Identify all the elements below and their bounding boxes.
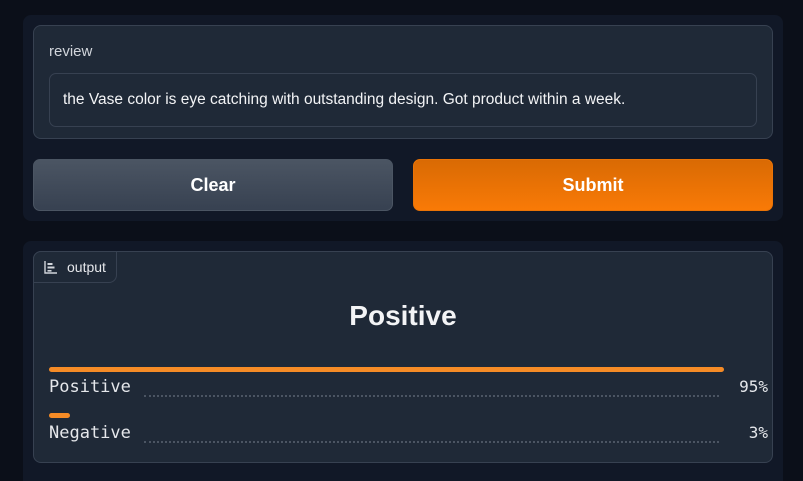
output-tag: output: [33, 251, 117, 283]
confidence-value-negative: 3%: [748, 423, 768, 442]
confidence-bar-positive: [49, 367, 724, 372]
confidence-value-positive: 95%: [739, 377, 768, 396]
confidence-label-positive: Positive: [49, 377, 131, 397]
output-tag-label: output: [67, 259, 106, 275]
confidence-row-negative: Negative 3%: [49, 413, 768, 447]
review-block: review the Vase color is eye catching wi…: [33, 25, 773, 139]
dotted-leader: [144, 441, 719, 443]
result-label: Positive: [349, 300, 457, 331]
confidence-bar-negative: [49, 413, 70, 418]
output-panel: output Positive Positive 95% Negative 3%: [23, 241, 783, 481]
confidence-row-positive: Positive 95%: [49, 367, 768, 401]
dotted-leader: [144, 395, 719, 397]
output-block: output Positive Positive 95% Negative 3%: [33, 251, 773, 463]
review-label: review: [49, 43, 93, 60]
clear-button[interactable]: Clear: [33, 159, 393, 211]
label-chart-icon: [44, 260, 58, 274]
review-textbox[interactable]: the Vase color is eye catching with outs…: [49, 73, 757, 127]
input-panel: review the Vase color is eye catching wi…: [23, 15, 783, 221]
submit-button[interactable]: Submit: [413, 159, 773, 211]
confidence-label-negative: Negative: [49, 423, 131, 443]
